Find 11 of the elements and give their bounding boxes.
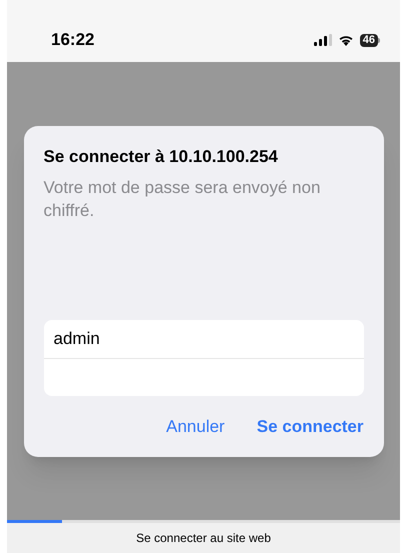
dialog-message: Votre mot de passe sera envoyé non chiffré. [44, 176, 322, 222]
page-status: Se connecter au site web [136, 530, 271, 547]
wifi-icon [338, 34, 354, 46]
connect-button[interactable]: Se connecter [256, 414, 364, 439]
cancel-button[interactable]: Annuler [166, 414, 225, 439]
signal-icon [314, 34, 332, 46]
password-field[interactable] [44, 358, 364, 396]
clock: 16:22 [51, 29, 94, 52]
username-field[interactable]: admin [44, 320, 364, 358]
dialog-title: Se connecter à 10.10.100.254 [44, 146, 279, 168]
battery-icon: 46 [360, 34, 380, 46]
